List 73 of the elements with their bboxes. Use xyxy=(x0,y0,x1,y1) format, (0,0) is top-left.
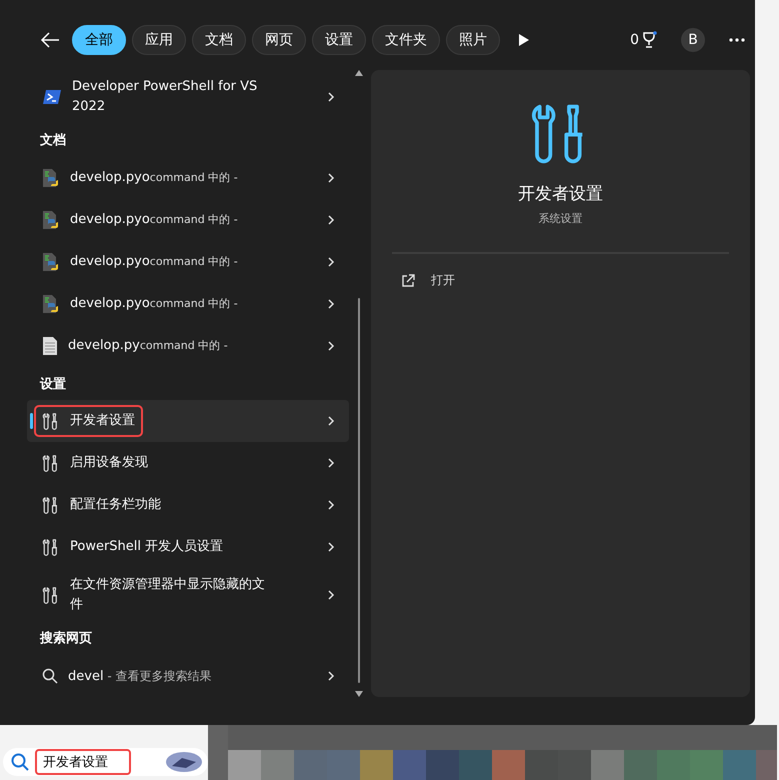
chevron-icon xyxy=(327,340,335,352)
result-item[interactable]: devel - 查看更多搜索结果 xyxy=(27,655,349,698)
settings-icon xyxy=(42,412,60,430)
open-action[interactable]: 打开 xyxy=(397,268,459,293)
play-button[interactable] xyxy=(518,33,530,47)
document-icon xyxy=(42,336,58,356)
section-heading: 设置 xyxy=(38,376,67,394)
result-item[interactable]: develop.pyocommand 中的 - xyxy=(27,282,349,325)
taskbar-search-field[interactable]: 开发者设置 xyxy=(3,748,208,776)
scroll-down-icon[interactable] xyxy=(355,691,363,697)
chevron-icon xyxy=(327,415,335,428)
chevron-icon xyxy=(327,457,335,470)
python-file-icon xyxy=(42,252,60,272)
result-title: 开发者设置 xyxy=(70,412,135,430)
scrollbar-thumb[interactable] xyxy=(358,298,360,683)
chevron-icon xyxy=(327,214,335,226)
settings-icon xyxy=(42,586,60,604)
external-link-icon xyxy=(401,274,415,288)
search-icon xyxy=(42,668,58,684)
search-icon xyxy=(11,753,29,771)
result-title: 启用设备发现 xyxy=(70,454,148,472)
result-item[interactable]: Developer PowerShell for VS 2022 xyxy=(27,70,349,124)
settings-icon xyxy=(42,496,60,514)
result-title: develop.pyocommand 中的 - xyxy=(70,168,238,187)
result-item[interactable]: develop.pyocommand 中的 - xyxy=(27,156,349,199)
rewards-button[interactable]: 0 xyxy=(630,31,657,49)
filter-tab[interactable]: 应用 xyxy=(132,25,186,55)
filter-tab[interactable]: 全部 xyxy=(72,25,126,55)
selection-indicator xyxy=(30,413,33,430)
result-title: develop.pyocommand 中的 - xyxy=(70,210,238,229)
result-title: develop.pyocommand 中的 - xyxy=(70,294,238,313)
chevron-icon xyxy=(327,499,335,512)
filter-tab[interactable]: 文档 xyxy=(192,25,246,55)
section-heading: 搜索网页 xyxy=(38,630,93,648)
back-arrow-icon xyxy=(40,32,60,48)
preview-title: 开发者设置 xyxy=(518,183,603,205)
result-item[interactable]: 启用设备发现 xyxy=(27,442,349,484)
python-file-icon xyxy=(42,210,60,230)
filter-tab[interactable]: 设置 xyxy=(312,25,366,55)
filter-tab[interactable]: 网页 xyxy=(252,25,306,55)
result-item[interactable]: develop.pyocommand 中的 - xyxy=(27,240,349,283)
result-title: develop.pyocommand 中的 - xyxy=(70,252,238,271)
chevron-icon xyxy=(327,298,335,310)
chevron-icon xyxy=(327,670,335,682)
settings-icon xyxy=(42,454,60,472)
result-title: Developer PowerShell for VS 2022 xyxy=(72,78,258,116)
result-item[interactable]: develop.pycommand 中的 - xyxy=(27,324,349,367)
preview-subtitle: 系统设置 xyxy=(538,211,582,226)
result-item[interactable]: 配置任务栏功能 xyxy=(27,484,349,526)
python-file-icon xyxy=(42,168,60,188)
more-button[interactable] xyxy=(729,38,745,42)
result-title: 在文件资源管理器中显示隐藏的文件 xyxy=(70,576,266,614)
chevron-icon xyxy=(327,588,335,601)
account-avatar[interactable]: B xyxy=(681,28,705,52)
powershell-icon xyxy=(42,88,62,105)
result-item[interactable]: PowerShell 开发人员设置 xyxy=(27,526,349,568)
chevron-icon xyxy=(327,172,335,184)
filter-tab[interactable]: 照片 xyxy=(446,25,500,55)
result-title: develop.pycommand 中的 - xyxy=(68,336,228,355)
result-title: devel - 查看更多搜索结果 xyxy=(68,668,212,686)
filter-tab[interactable]: 文件夹 xyxy=(372,25,440,55)
result-item[interactable]: 开发者设置 xyxy=(27,400,349,442)
python-file-icon xyxy=(42,294,60,314)
chevron-icon xyxy=(327,256,335,268)
chevron-icon xyxy=(327,541,335,554)
settings-icon xyxy=(42,538,60,556)
section-heading: 文档 xyxy=(39,132,67,150)
result-title: PowerShell 开发人员设置 xyxy=(70,538,224,556)
chevron-icon xyxy=(327,90,335,103)
result-item[interactable]: 在文件资源管理器中显示隐藏的文件 xyxy=(27,568,349,622)
scroll-up-icon[interactable] xyxy=(355,70,363,76)
result-item[interactable]: develop.pyocommand 中的 - xyxy=(27,198,349,241)
result-title: 配置任务栏功能 xyxy=(70,496,161,514)
